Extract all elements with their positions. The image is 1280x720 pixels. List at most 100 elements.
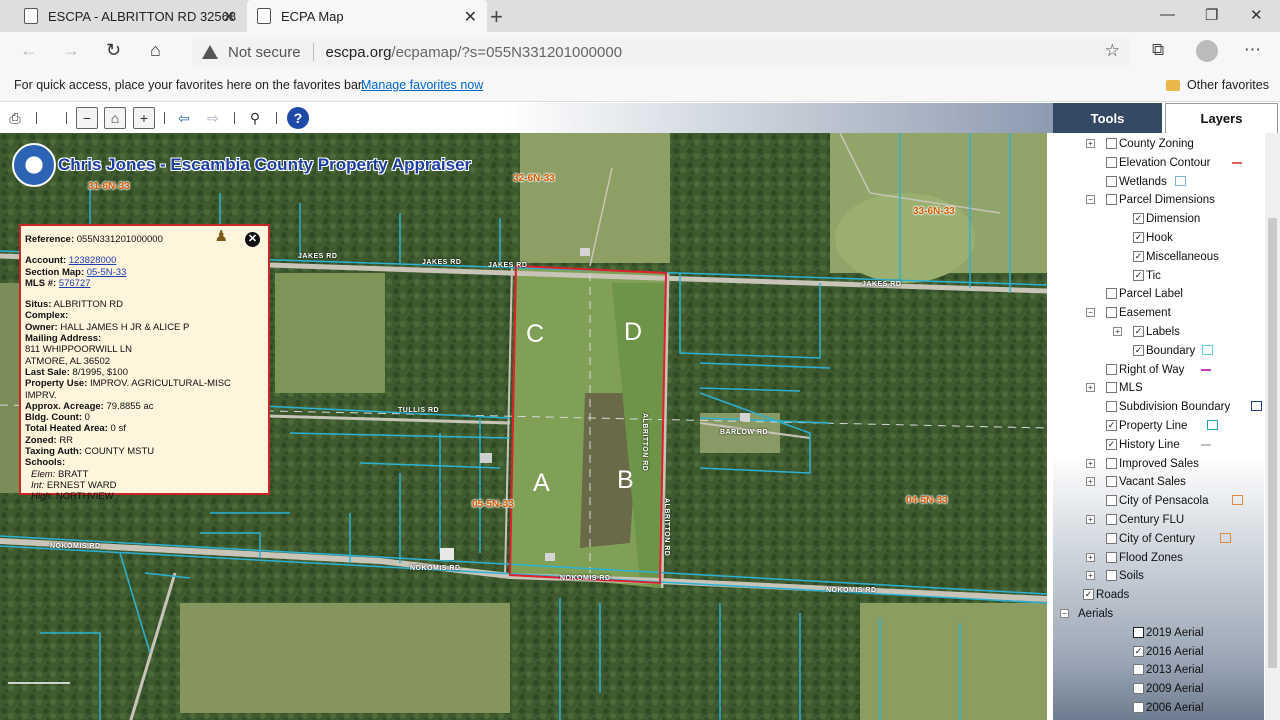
- layer-item[interactable]: ✓ Tic: [1053, 267, 1264, 285]
- expand-icon[interactable]: +: [1086, 571, 1095, 581]
- layer-scrollbar[interactable]: [1265, 133, 1280, 720]
- layer-item[interactable]: Subdivision Boundary: [1053, 398, 1264, 416]
- close-popup-icon[interactable]: ✕: [245, 232, 260, 247]
- collapse-icon[interactable]: −: [1060, 609, 1069, 618]
- mls-link[interactable]: 576727: [59, 278, 91, 289]
- layer-checkbox[interactable]: ✓: [1133, 269, 1144, 281]
- layer-item[interactable]: 2009 Aerial: [1053, 680, 1264, 698]
- layer-item[interactable]: ✓ Miscellaneous: [1053, 248, 1264, 266]
- layer-item[interactable]: City of Century: [1053, 530, 1264, 548]
- layer-item[interactable]: Parcel Label: [1053, 285, 1264, 303]
- layer-item[interactable]: + Vacant Sales: [1053, 473, 1264, 491]
- layer-item[interactable]: + Century FLU: [1053, 511, 1264, 529]
- layer-item[interactable]: 2013 Aerial: [1053, 661, 1264, 679]
- section-map-link[interactable]: 05-5N-33: [87, 267, 127, 278]
- layer-checkbox[interactable]: [1106, 476, 1117, 488]
- layer-checkbox[interactable]: ✓: [1133, 250, 1144, 262]
- layer-checkbox[interactable]: ✓: [1133, 213, 1144, 225]
- minimize-icon[interactable]: —: [1160, 6, 1175, 23]
- layer-item[interactable]: + County Zoning: [1053, 135, 1264, 153]
- forward-icon[interactable]: →: [62, 40, 80, 61]
- home-icon[interactable]: ⌂: [150, 40, 161, 61]
- layer-checkbox[interactable]: [1106, 307, 1117, 319]
- close-tab-icon[interactable]: ✕: [223, 7, 236, 27]
- help-icon[interactable]: ?: [287, 107, 309, 129]
- map-view[interactable]: Chris Jones - Escambia County Property A…: [0, 133, 1047, 720]
- account-link[interactable]: 123828000: [69, 255, 117, 266]
- layer-checkbox[interactable]: [1106, 156, 1117, 168]
- manage-favorites-link[interactable]: Manage favorites now: [361, 78, 483, 92]
- layer-checkbox[interactable]: [1133, 626, 1144, 638]
- zoom-out-icon[interactable]: −: [76, 107, 98, 129]
- layer-checkbox[interactable]: [1106, 514, 1117, 525]
- layer-checkbox[interactable]: ✓: [1106, 420, 1117, 431]
- layer-item[interactable]: + ✓ Labels: [1053, 323, 1264, 341]
- layer-item[interactable]: City of Pensacola: [1053, 492, 1264, 510]
- layer-checkbox[interactable]: [1106, 138, 1117, 149]
- layer-checkbox[interactable]: [1106, 288, 1117, 300]
- layer-checkbox[interactable]: [1106, 532, 1117, 544]
- identify-icon[interactable]: ⚲: [243, 107, 267, 129]
- layer-checkbox[interactable]: ✓: [1133, 645, 1144, 657]
- expand-icon[interactable]: +: [1086, 515, 1095, 524]
- layer-checkbox[interactable]: ✓: [1133, 326, 1144, 337]
- layer-item[interactable]: Right of Way: [1053, 361, 1264, 379]
- expand-icon[interactable]: +: [1086, 477, 1095, 487]
- layer-item[interactable]: − Aerials: [1053, 605, 1264, 623]
- expand-icon[interactable]: +: [1086, 458, 1095, 468]
- layer-checkbox[interactable]: [1106, 194, 1117, 206]
- layer-item[interactable]: − Parcel Dimensions: [1053, 191, 1264, 209]
- tab-tools[interactable]: Tools: [1053, 103, 1162, 133]
- layer-checkbox[interactable]: ✓: [1133, 232, 1144, 243]
- scroll-thumb[interactable]: [1268, 218, 1277, 668]
- layer-checkbox[interactable]: [1133, 702, 1144, 713]
- layer-item[interactable]: ✓ Property Line: [1053, 417, 1264, 435]
- layer-checkbox[interactable]: [1106, 363, 1117, 375]
- url-field[interactable]: Not secure escpa.org/ecpamap/?s=055N3312…: [192, 37, 1130, 67]
- layer-item[interactable]: + Flood Zones: [1053, 549, 1264, 567]
- expand-icon[interactable]: +: [1086, 552, 1095, 562]
- tab-ecpa-map[interactable]: ECPA Map ✕: [247, 0, 487, 32]
- favorite-star-icon[interactable]: ☆: [1105, 41, 1120, 61]
- window-close-icon[interactable]: ✕: [1250, 6, 1263, 24]
- previous-extent-icon[interactable]: ⇦: [174, 107, 194, 129]
- close-tab-icon[interactable]: ✕: [464, 7, 477, 27]
- expand-icon[interactable]: +: [1086, 139, 1095, 148]
- layer-checkbox[interactable]: ✓: [1083, 589, 1094, 601]
- back-icon[interactable]: ←: [20, 40, 38, 61]
- layer-item[interactable]: ✓ 2016 Aerial: [1053, 643, 1264, 661]
- layer-item[interactable]: 2019 Aerial: [1053, 624, 1264, 642]
- layer-checkbox[interactable]: [1106, 551, 1117, 563]
- zoom-in-icon[interactable]: +: [133, 107, 155, 129]
- layer-checkbox[interactable]: [1106, 570, 1117, 582]
- new-tab-icon[interactable]: +: [490, 4, 503, 30]
- profile-avatar[interactable]: [1196, 40, 1218, 62]
- layer-checkbox[interactable]: [1106, 175, 1117, 187]
- layer-item[interactable]: 2006 Aerial: [1053, 699, 1264, 717]
- layer-item[interactable]: ✓ History Line: [1053, 436, 1264, 454]
- layer-item[interactable]: + MLS: [1053, 379, 1264, 397]
- expand-icon[interactable]: +: [1113, 327, 1122, 336]
- layer-item[interactable]: ✓ Roads: [1053, 586, 1264, 604]
- next-extent-icon[interactable]: ⇨: [203, 107, 223, 129]
- layer-item[interactable]: + Improved Sales: [1053, 455, 1264, 473]
- more-menu-icon[interactable]: ⋯: [1244, 40, 1261, 60]
- refresh-icon[interactable]: ↻: [106, 40, 121, 61]
- street-view-icon[interactable]: ♟: [215, 229, 228, 244]
- layer-item[interactable]: Wetlands: [1053, 173, 1264, 191]
- layer-checkbox[interactable]: [1106, 457, 1117, 469]
- tab-escpa-albritton[interactable]: ESCPA - ALBRITTON RD 32568 ✕: [14, 0, 246, 32]
- collapse-icon[interactable]: −: [1086, 308, 1095, 318]
- restore-icon[interactable]: ❐: [1205, 6, 1218, 24]
- layer-checkbox[interactable]: [1106, 401, 1117, 413]
- collapse-icon[interactable]: −: [1086, 195, 1095, 205]
- expand-icon[interactable]: +: [1086, 383, 1095, 393]
- tab-layers[interactable]: Layers: [1165, 103, 1278, 133]
- other-favorites[interactable]: Other favorites: [1187, 78, 1269, 92]
- layer-checkbox[interactable]: [1133, 664, 1144, 676]
- layer-item[interactable]: ✓ Boundary: [1053, 342, 1264, 360]
- print-icon[interactable]: ⎙: [5, 107, 25, 129]
- layer-checkbox[interactable]: [1106, 382, 1117, 394]
- layer-item[interactable]: ✓ Hook: [1053, 229, 1264, 247]
- layer-item[interactable]: ✓ Dimension: [1053, 210, 1264, 228]
